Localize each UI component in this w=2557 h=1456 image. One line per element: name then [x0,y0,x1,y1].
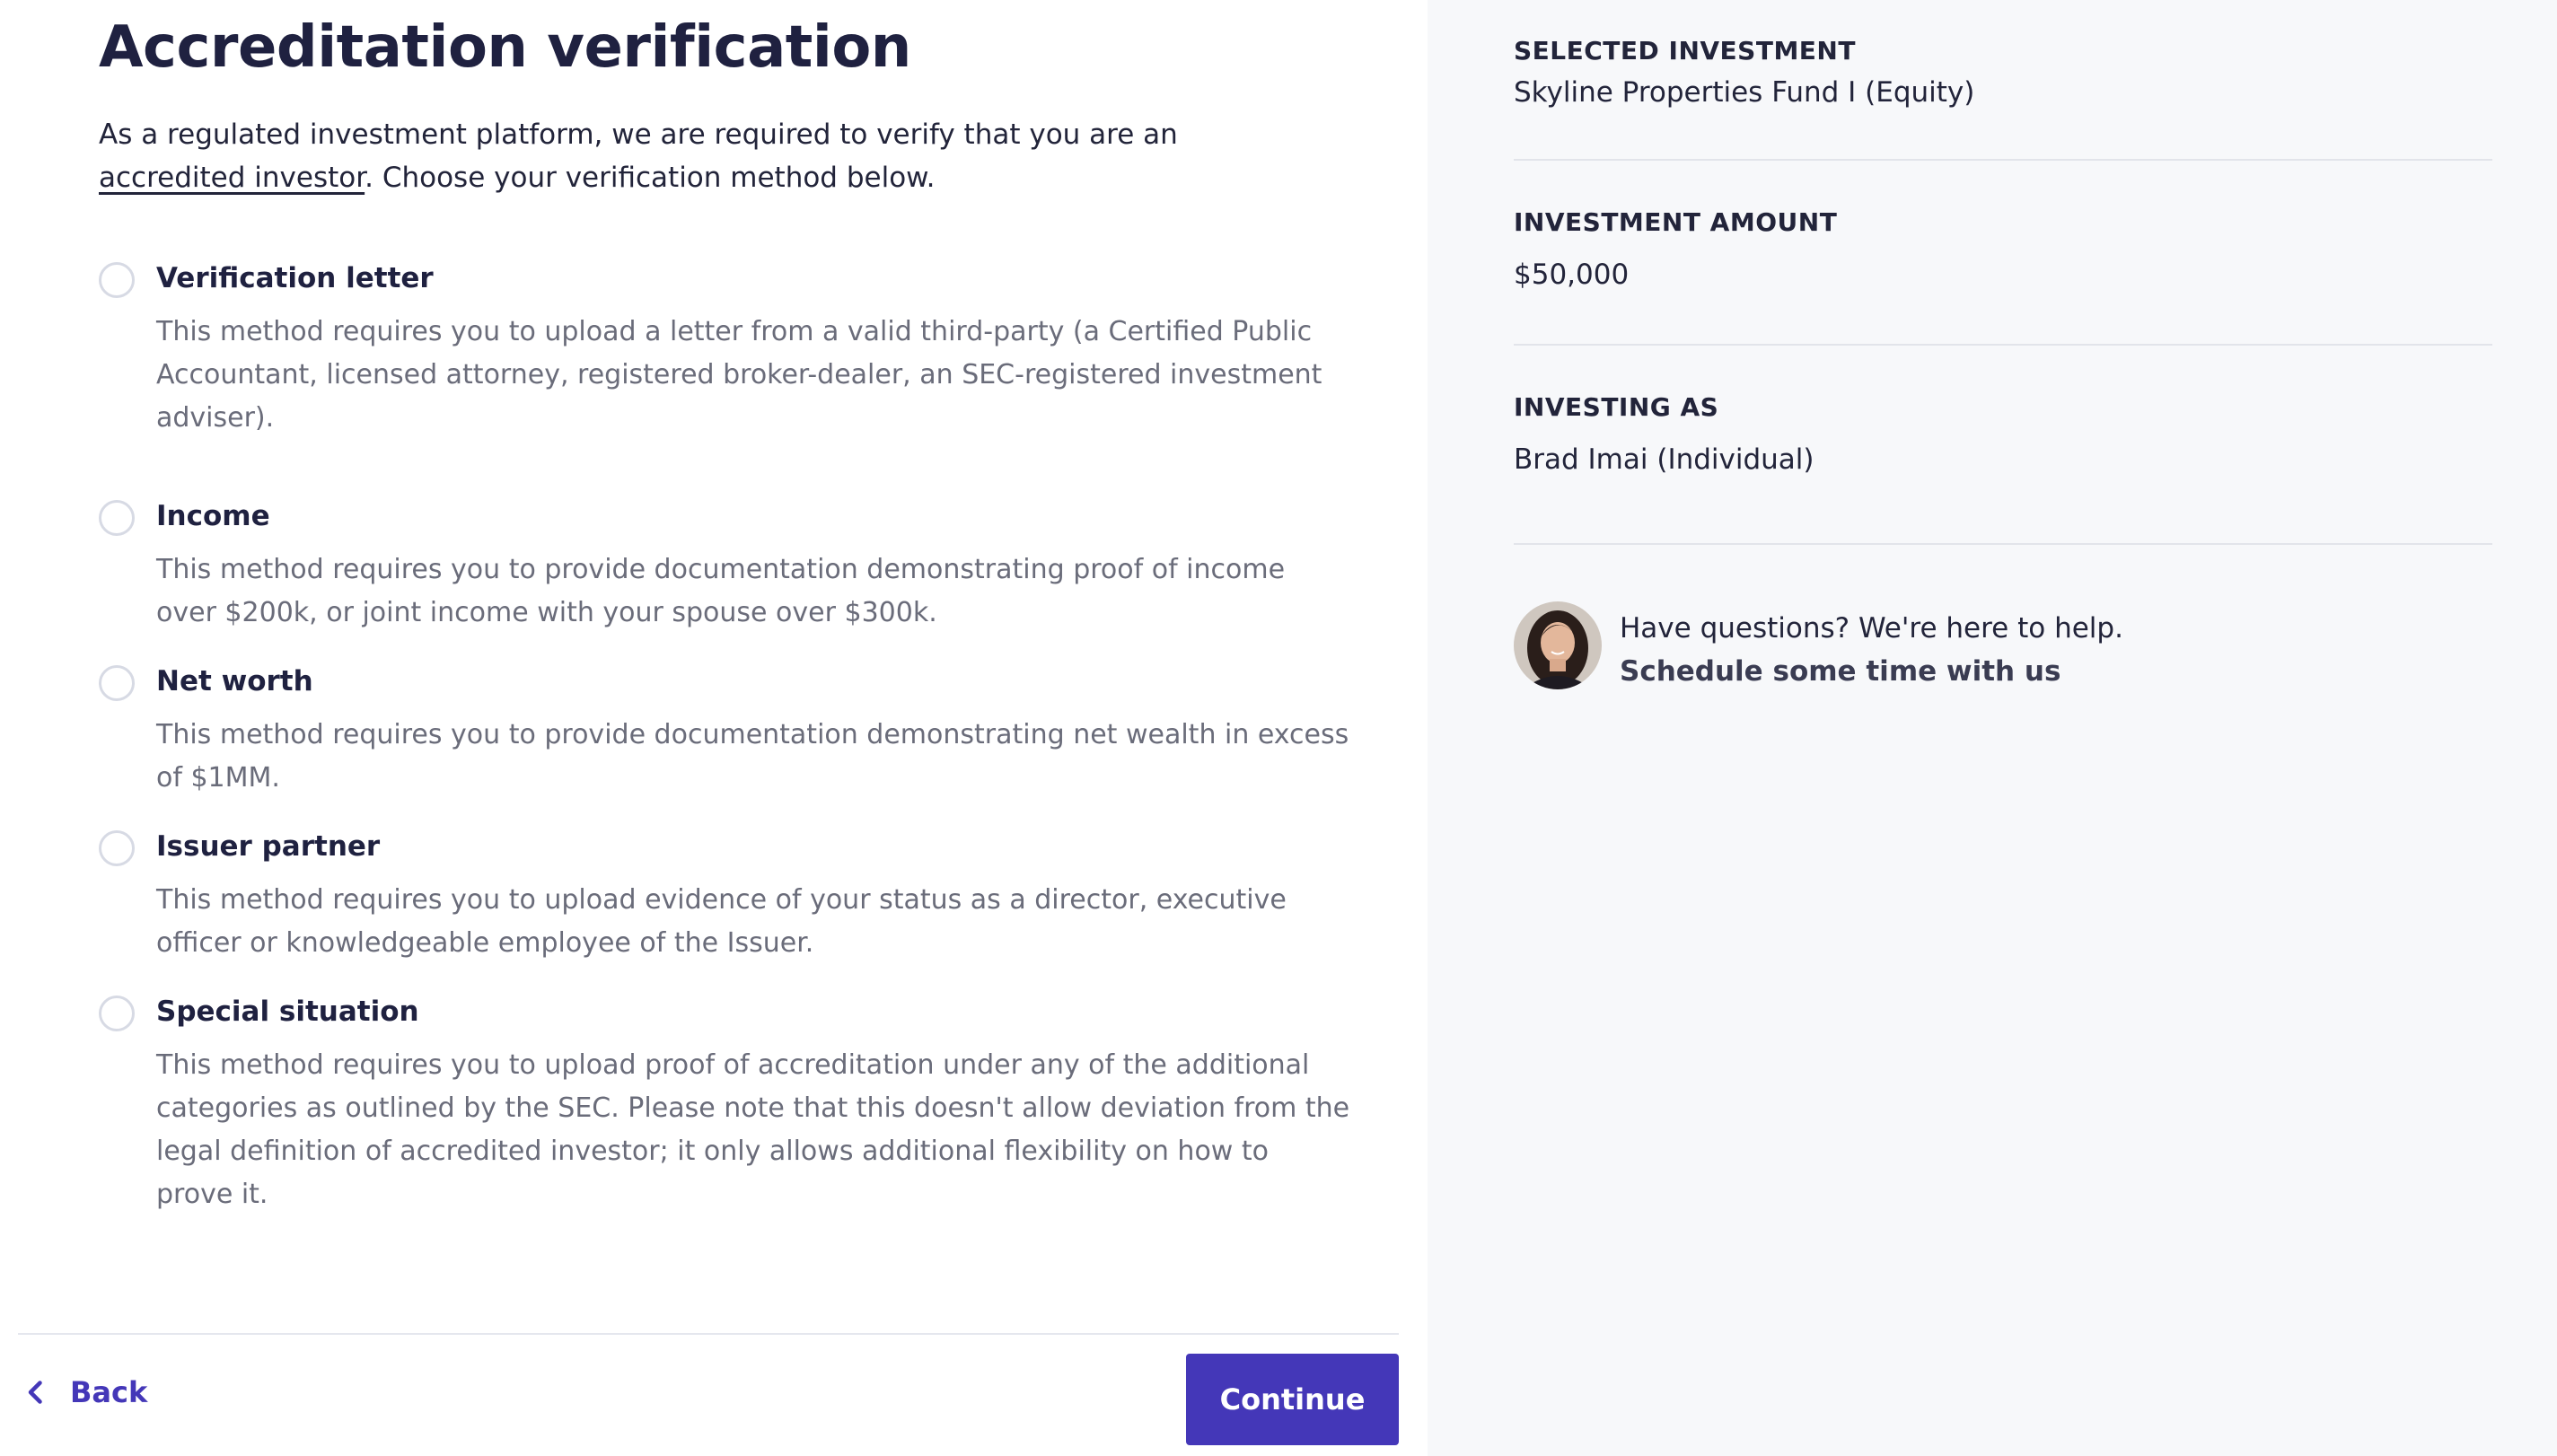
schedule-link[interactable]: Schedule some time with us [1620,650,2123,693]
radio-net-worth[interactable] [99,665,135,701]
radio-income[interactable] [99,500,135,536]
investing-as-label: INVESTING AS [1514,392,1719,422]
option-description: This method requires you to provide docu… [156,719,1349,794]
chevron-left-icon [28,1381,42,1404]
intro-text-start: As a regulated investment platform, we a… [99,118,1178,151]
help-text: Have questions? We're here to help. [1620,612,2123,645]
option-label[interactable]: Net worth [156,665,313,697]
option-label[interactable]: Special situation [156,996,419,1028]
option-description: This method requires you to upload evide… [156,884,1287,959]
selected-investment-value: Skyline Properties Fund I (Equity) [1514,76,1975,109]
investment-amount-value: $50,000 [1514,259,1630,291]
page-title: Accreditation verification [99,14,911,81]
sidebar-divider [1514,159,2492,161]
investment-amount-section: INVESTMENT AMOUNT $50,000 [1514,207,2492,291]
radio-special-situation[interactable] [99,996,135,1031]
radio-verification-letter[interactable] [99,262,135,298]
continue-button[interactable]: Continue [1186,1354,1399,1445]
investment-summary-sidebar: SELECTED INVESTMENT Skyline Properties F… [1428,0,2557,1456]
investing-as-section: INVESTING AS Brad Imai (Individual) [1514,392,2492,476]
sidebar-divider [1514,543,2492,545]
investment-amount-label: INVESTMENT AMOUNT [1514,207,1838,237]
sidebar-divider [1514,344,2492,346]
intro-text: As a regulated investment platform, we a… [99,113,1302,199]
option-label[interactable]: Verification letter [156,262,434,294]
radio-issuer-partner[interactable] [99,830,135,866]
intro-text-end: . Choose your verification method below. [365,162,936,194]
option-description: This method requires you to upload a let… [156,316,1322,434]
option-description: This method requires you to provide docu… [156,554,1286,628]
back-label[interactable]: Back [70,1375,147,1409]
selected-investment-label: SELECTED INVESTMENT [1514,36,1856,66]
help-text-block: Have questions? We're here to help. Sche… [1620,607,2123,693]
option-description: This method requires you to upload proof… [156,1049,1350,1210]
accredited-investor-link[interactable]: accredited investor [99,162,365,194]
option-label[interactable]: Income [156,500,270,532]
option-label[interactable]: Issuer partner [156,830,380,863]
footer-divider [18,1333,1399,1335]
advisor-avatar [1514,601,1602,689]
main-panel: Accreditation verification As a regulate… [0,0,1428,1456]
investing-as-value: Brad Imai (Individual) [1514,443,1815,476]
back-button[interactable]: Back [20,1375,147,1409]
selected-investment-section: SELECTED INVESTMENT Skyline Properties F… [1514,36,2492,109]
help-section: Have questions? We're here to help. Sche… [1514,601,2123,693]
